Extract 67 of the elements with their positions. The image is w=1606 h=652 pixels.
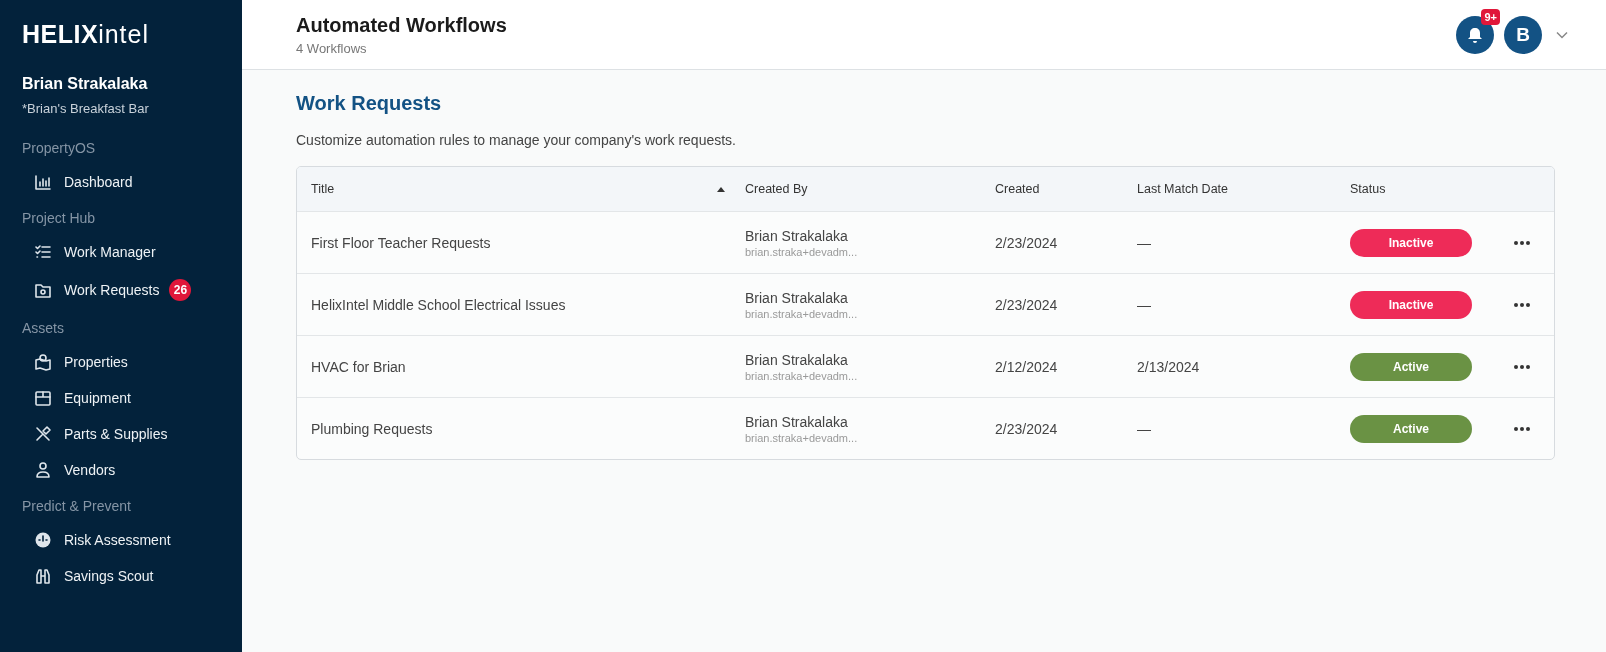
sidebar-item[interactable]: Properties [22,344,128,380]
table-cell-text: 2/13/2024 [1137,358,1201,375]
sidebar-item[interactable]: Equipment [22,380,131,416]
user-name: Brian Strakalaka [22,75,148,93]
column-header[interactable]: Created [995,182,1040,196]
table-cell-text: 2/23/2024 [995,420,1059,437]
table-cell-text: First Floor Teacher Requests [311,234,492,251]
more-icon [1514,302,1530,307]
sidebar-item[interactable]: Work Manager [22,234,156,270]
table-cell-text: — [1137,420,1152,437]
table-cell-text: Plumbing Requests [311,420,434,437]
status-badge: Inactive [1350,290,1472,319]
section-heading: Project Hub [22,210,96,226]
map-pin-icon [34,353,52,371]
chart-icon [34,173,52,191]
section-title: Work Requests [296,92,442,115]
table-cell-text: 2/23/2024 [995,296,1059,313]
bell-icon [1466,25,1484,44]
column-header[interactable]: Status [1350,182,1386,196]
column-header[interactable]: Last Match Date [1137,182,1228,196]
box-icon [34,389,52,407]
folder-icon [34,281,52,299]
table-cell: Brian Strakalaka [745,351,848,368]
sidebar-item[interactable]: Parts & Supplies [22,416,168,452]
count-badge: 26 [169,279,192,301]
status-badge: Active [1350,352,1472,381]
sidebar-item[interactable]: Dashboard [22,164,133,200]
page-title: Automated Workflows [296,13,507,37]
logo: HELIXintel [22,20,149,49]
column-header[interactable]: Created By [745,182,808,196]
gauge-icon [34,531,52,549]
section-heading: PropertyOS [22,140,96,156]
table-cell-text: HVAC for Brian [311,358,407,375]
section-heading: Assets [22,320,64,336]
table-cell-text: 2/23/2024 [995,234,1059,251]
more-icon [1514,364,1530,369]
sidebar-item[interactable]: Vendors [22,452,116,488]
email-text: brian.straka+devadm... [745,245,858,258]
binoculars-icon [34,567,52,585]
email-text: brian.straka+devadm... [745,369,858,382]
page-subtitle: 4 Workflows [296,40,367,56]
sidebar-item[interactable]: Work Requests 26 [22,270,192,310]
more-icon [1514,240,1530,245]
email-text: brian.straka+devadm... [745,431,858,444]
person-icon [34,461,52,479]
table-cell: Brian Strakalaka [745,289,848,306]
table-cell: Brian Strakalaka [745,227,848,244]
sort-arrow-icon[interactable] [717,186,725,192]
table-cell-text: — [1137,296,1152,313]
status-badge: Inactive [1350,228,1472,257]
section-description: Customize automation rules to manage your company's work requests. [296,132,736,148]
sidebar-item[interactable]: Risk Assessment [22,522,171,558]
more-icon [1514,426,1530,431]
email-text: brian.straka+devadm... [745,307,858,320]
table-cell-text: HelixIntel Middle School Electrical Issues [311,296,567,313]
column-header[interactable]: Title [311,182,335,196]
status-badge: Active [1350,414,1472,443]
section-heading: Predict & Prevent [22,498,131,514]
organization-name: *Brian's Breakfast Bar [22,101,149,116]
checklist-icon [34,243,52,261]
dropdown-caret-icon[interactable] [1556,30,1568,39]
sidebar-item[interactable]: Savings Scout [22,558,154,594]
table-cell-text: — [1137,234,1152,251]
table-cell: Brian Strakalaka [745,413,848,430]
notification-badge: 9+ [1481,8,1500,25]
table-cell-text: 2/12/2024 [995,358,1059,375]
user-avatar[interactable]: B [1504,15,1542,54]
